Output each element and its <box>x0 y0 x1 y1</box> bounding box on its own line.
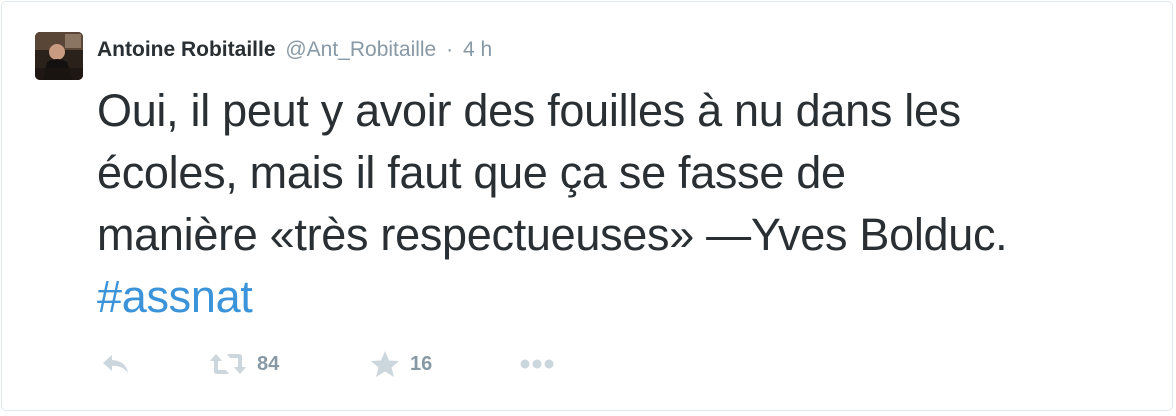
tweet-actions: 84 16 <box>97 344 797 384</box>
more-dots-icon <box>520 359 554 369</box>
reply-button[interactable] <box>101 344 131 384</box>
tweet-text-line: Oui, il peut y avoir des fouilles à nu d… <box>97 85 961 136</box>
favorite-count: 16 <box>410 352 433 375</box>
tweet-card: Antoine Robitaille @Ant_Robitaille · 4 h… <box>1 1 1173 411</box>
more-button[interactable] <box>519 344 555 384</box>
retweet-icon <box>210 354 246 374</box>
timestamp[interactable]: 4 h <box>463 38 492 61</box>
author-username[interactable]: @Ant_Robitaille <box>285 38 436 61</box>
hashtag-link[interactable]: #assnat <box>97 266 1157 328</box>
reply-icon <box>103 355 128 373</box>
tweet-text: Oui, il peut y avoir des fouilles à nu d… <box>97 80 1157 328</box>
retweet-count: 84 <box>257 352 280 375</box>
tweet-header: Antoine Robitaille @Ant_Robitaille · 4 h <box>97 36 492 64</box>
favorite-button[interactable]: 16 <box>370 344 432 384</box>
avatar[interactable] <box>35 32 83 80</box>
author-name[interactable]: Antoine Robitaille <box>97 38 276 61</box>
retweet-button[interactable]: 84 <box>209 344 279 384</box>
tweet-text-line: manière «très respectueuses» —Yves Boldu… <box>97 209 1008 260</box>
star-icon <box>371 351 399 377</box>
separator-dot: · <box>446 38 454 61</box>
avatar-photo <box>35 32 83 80</box>
tweet-text-line: écoles, mais il faut que ça se fasse de <box>97 147 846 198</box>
